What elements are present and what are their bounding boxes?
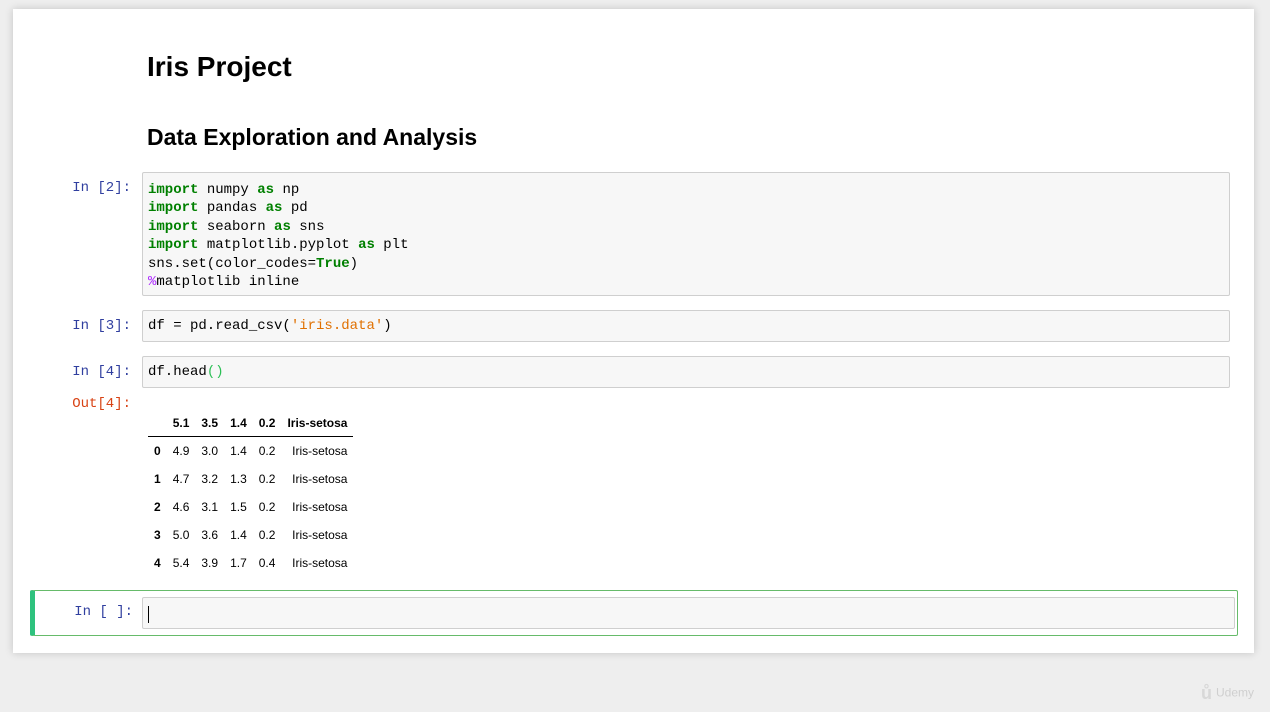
column-header: [148, 409, 167, 437]
row-index: 2: [154, 499, 161, 514]
table-cell: 0.2: [258, 499, 276, 514]
notebook-container: Iris Project Data Exploration and Analys…: [13, 9, 1254, 653]
table-cell: Iris-setosa: [292, 527, 348, 542]
cell-4-input[interactable]: df.head(): [142, 356, 1230, 388]
cell-4-output-prompt: Out[4]:: [72, 396, 131, 412]
code-line: import seaborn as sns: [148, 218, 325, 235]
table-cell: 1.3: [230, 471, 247, 486]
table-header-row: 5.1 3.5 1.4 0.2 Iris-setosa: [148, 409, 354, 437]
code-line: import numpy as np: [148, 182, 300, 198]
column-header: 5.1: [166, 409, 196, 437]
code-text: df = pd.read_csv(: [148, 318, 291, 334]
code-line: import matplotlib.pyplot as plt: [148, 237, 409, 254]
table-cell: 3.2: [201, 471, 219, 486]
table-row: 4 5.4 3.9 1.7 0.4 Iris-setosa: [148, 549, 353, 577]
cell-3-prompt: In [3]:: [72, 318, 131, 334]
table-cell: 5.0: [172, 527, 190, 542]
table-row: 1 4.7 3.2 1.3 0.2 Iris-setosa: [148, 465, 353, 493]
row-index: 3: [154, 527, 161, 542]
table-cell: 1.7: [230, 555, 247, 570]
notebook-title: Iris Project: [147, 51, 292, 82]
table-row: 2 4.6 3.1 1.5 0.2 Iris-setosa: [148, 493, 353, 521]
table-cell: 3.6: [201, 527, 219, 542]
table-cell: 0.2: [258, 527, 276, 542]
code-line: sns.set(color_codes=True): [148, 255, 359, 272]
table-row: 0 4.9 3.0 1.4 0.2 Iris-setosa: [148, 437, 353, 465]
row-index: 1: [154, 471, 161, 486]
table-cell: 4.9: [172, 443, 190, 458]
cell-3-input[interactable]: df = pd.read_csv('iris.data'): [142, 310, 1230, 342]
code-line: %matplotlib inline: [148, 274, 300, 291]
udemy-watermark: ů Udemy: [1201, 683, 1254, 704]
table-row: 3 5.0 3.6 1.4 0.2 Iris-setosa: [148, 521, 353, 549]
column-header: 0.2: [252, 409, 282, 437]
table-cell: 5.4: [172, 555, 190, 570]
table-cell: 1.4: [230, 443, 247, 458]
table-cell: 4.6: [172, 499, 190, 514]
table-cell: 3.9: [201, 555, 219, 570]
code-text: df.head: [148, 364, 207, 380]
dataframe-output: 5.1 3.5 1.4 0.2 Iris-setosa 0 4.9 3.0 1.…: [148, 409, 354, 577]
cell-2-prompt: In [2]:: [72, 180, 131, 196]
table-cell: 3.0: [201, 443, 219, 458]
code-paren: (): [206, 364, 224, 380]
active-cell[interactable]: In [ ]:: [30, 590, 1238, 636]
udemy-logo-icon: ů: [1200, 683, 1212, 703]
row-index: 4: [154, 555, 161, 570]
section-heading: Data Exploration and Analysis: [147, 124, 478, 150]
column-header: 1.4: [224, 409, 253, 437]
table-cell: 0.4: [258, 555, 276, 570]
table-cell: 0.2: [258, 471, 276, 486]
column-header: 3.5: [195, 409, 225, 437]
code-line: import pandas as pd: [148, 200, 308, 217]
table-cell: 1.5: [230, 499, 247, 514]
cell-4-prompt: In [4]:: [72, 364, 131, 380]
table-cell: 3.1: [201, 499, 219, 514]
table-cell: Iris-setosa: [292, 555, 348, 570]
column-header: Iris-setosa: [281, 409, 354, 437]
table-cell: Iris-setosa: [292, 471, 348, 486]
watermark-text: Udemy: [1215, 685, 1254, 700]
table-cell: 1.4: [230, 527, 247, 542]
table-cell: Iris-setosa: [292, 443, 348, 458]
table-cell: 4.7: [172, 471, 190, 486]
table-cell: 0.2: [258, 443, 276, 458]
table-cell: Iris-setosa: [292, 499, 348, 514]
row-index: 0: [154, 443, 161, 458]
text-cursor: [148, 606, 149, 623]
code-text: ): [383, 318, 392, 334]
code-string: 'iris.data': [290, 318, 384, 334]
cell-5-input[interactable]: [142, 597, 1235, 629]
cell-5-prompt: In [ ]:: [74, 604, 133, 620]
cell-2-input[interactable]: import numpy as np import pandas as pd i…: [142, 172, 1230, 296]
